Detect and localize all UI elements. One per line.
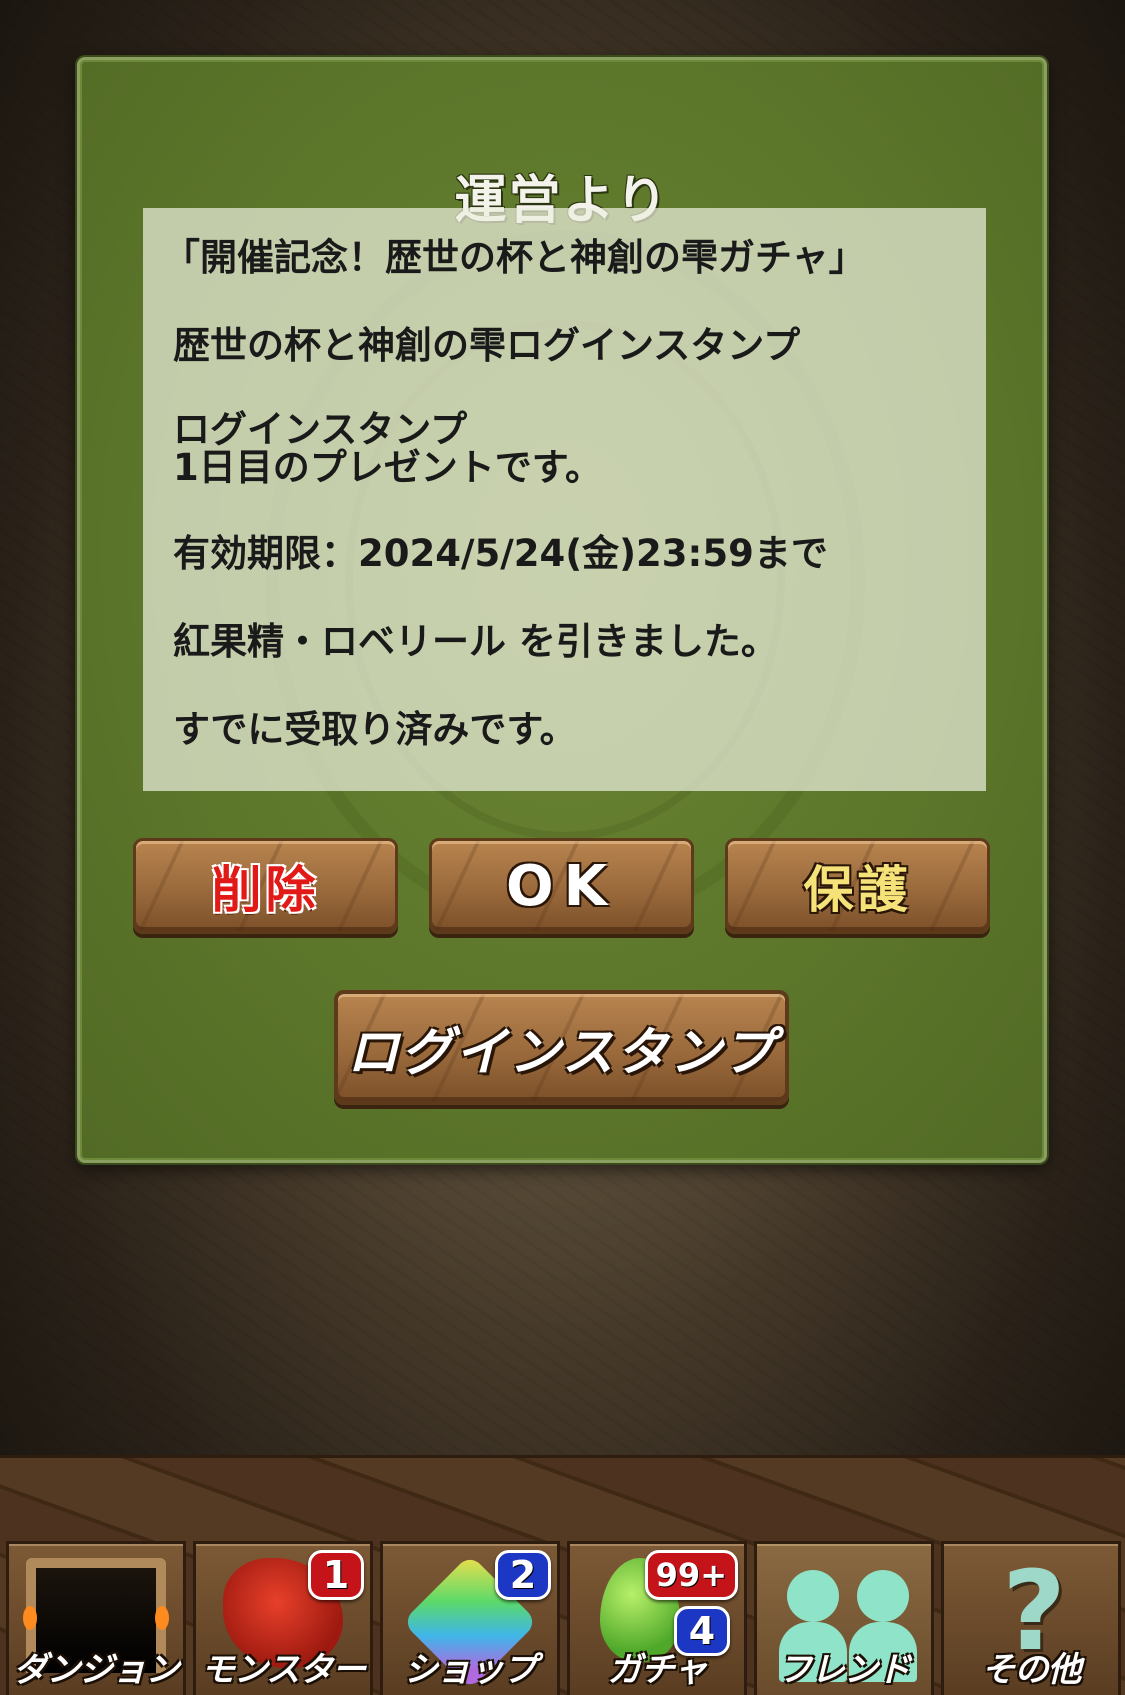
nav-label-dungeon: ダンジョン — [13, 1650, 180, 1690]
login-stamp-button[interactable]: ログインスタンプ — [334, 990, 789, 1105]
protect-button[interactable]: 保護 — [725, 838, 990, 934]
nav-label-monster: モンスター — [200, 1650, 366, 1690]
message-expiry: 有効期限：2024/5/24(金)23:59まで — [173, 532, 828, 575]
nav-label-gacha: ガチャ — [607, 1650, 708, 1690]
message-event-title: 「開催記念！歴世の杯と神創の雫ガチャ」 — [163, 236, 866, 279]
torch-flame-left-icon — [23, 1606, 37, 1630]
message-status: すでに受取り済みです。 — [173, 708, 577, 751]
nav-item-dungeon[interactable]: ダンジョン — [6, 1541, 186, 1695]
message-present-day: 1日目のプレゼントです。 — [173, 446, 603, 489]
message-box: 「開催記念！歴世の杯と神創の雫ガチャ」 歴世の杯と神創の雫ログインスタンプ ログ… — [143, 208, 986, 791]
nav-item-shop[interactable]: 2 ショップ — [380, 1541, 560, 1695]
message-stamp-label: ログインスタンプ — [173, 408, 468, 451]
nav-item-monster[interactable]: 1 モンスター — [193, 1541, 373, 1695]
nav-label-friend: フレンド — [778, 1650, 911, 1690]
ok-button[interactable]: OK — [429, 838, 694, 934]
torch-flame-right-icon — [155, 1606, 169, 1630]
nav-label-shop: ショップ — [404, 1650, 537, 1690]
nav-item-friend[interactable]: フレンド — [754, 1541, 934, 1695]
nav-item-other[interactable]: ? その他 — [941, 1541, 1121, 1695]
message-reward: 紅果精・ロベリール を引きました。 — [173, 620, 778, 663]
gacha-count-badge: 99+ — [644, 1550, 738, 1600]
delete-button[interactable]: 削除 — [133, 838, 398, 934]
monster-count-badge: 1 — [308, 1550, 364, 1600]
nav-item-gacha[interactable]: 99+ 4 ガチャ — [567, 1541, 747, 1695]
nav-label-other: その他 — [981, 1650, 1082, 1690]
message-stamp-name: 歴世の杯と神創の雫ログインスタンプ — [173, 324, 801, 367]
shop-count-badge: 2 — [495, 1550, 551, 1600]
